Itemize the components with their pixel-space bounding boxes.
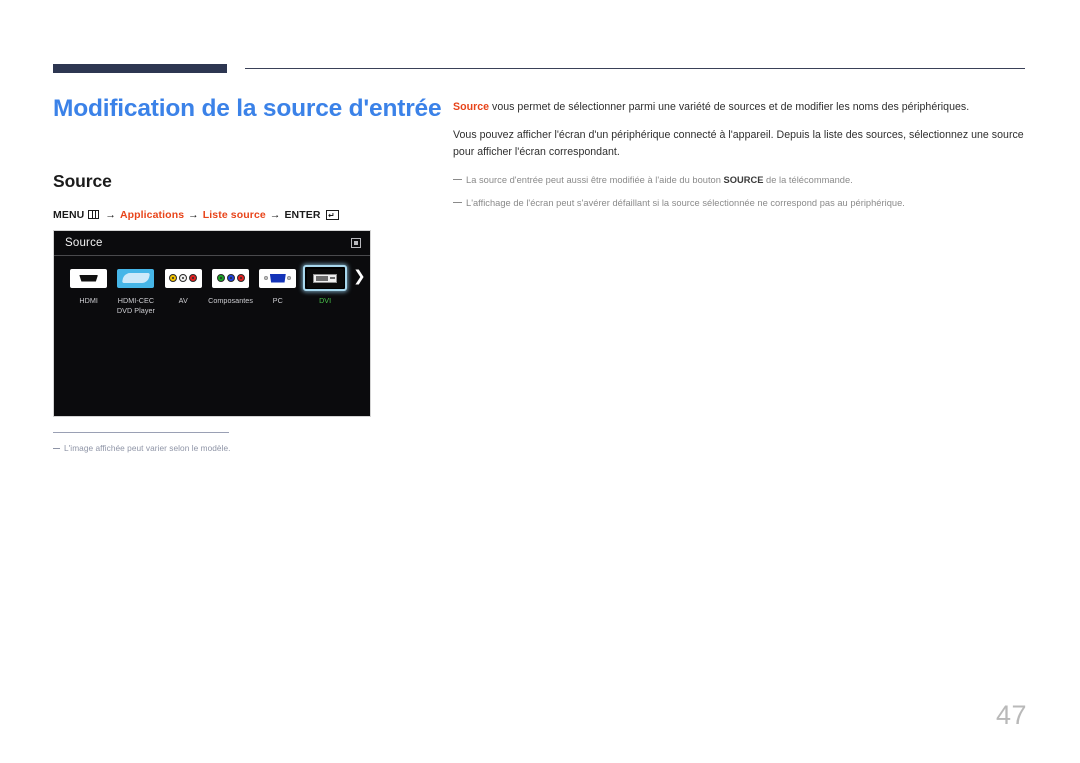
source-tile-dvi <box>303 265 348 291</box>
dvi-connector-icon <box>306 268 344 288</box>
tv-source-screen-mock: Source HDMI HDMI-CEC DVD Player AV Compo… <box>53 230 371 417</box>
source-item-hdmi[interactable]: HDMI <box>65 265 112 306</box>
vga-connector-icon <box>259 268 297 288</box>
av-rca-icon <box>164 268 202 288</box>
dash-icon <box>53 448 60 449</box>
source-tile-pc <box>256 265 300 291</box>
hdmi-cec-icon <box>117 268 155 288</box>
note-2: L'affichage de l'écran peut s'avérer déf… <box>453 195 1026 211</box>
source-list-next-button[interactable]: ❯ <box>349 265 370 284</box>
return-box-icon <box>351 238 361 248</box>
menu-path-enter-label: ENTER <box>284 208 321 221</box>
header-accent-bar <box>53 64 227 73</box>
tv-titlebar: Source <box>54 231 370 256</box>
note-1: La source d'entrée peut aussi être modif… <box>453 172 1026 188</box>
source-list: HDMI HDMI-CEC DVD Player AV Composantes … <box>54 256 370 315</box>
paragraph-1-rest: vous permet de sélectionner parmi une va… <box>489 101 970 113</box>
menu-path-arrow-3: → <box>269 208 281 221</box>
page-title: Modification de la source d'entrée <box>53 95 442 122</box>
menu-path: MENU → Applications → Liste source → ENT… <box>53 209 423 221</box>
menu-path-arrow-2: → <box>188 208 199 221</box>
paragraph-2: Vous pouvez afficher l'écran d'un périph… <box>453 128 1024 159</box>
header-rule-line <box>245 68 1025 69</box>
source-label-hdmi-cec: HDMI-CEC DVD Player <box>116 296 155 315</box>
component-rca-icon <box>212 268 250 288</box>
dash-icon <box>453 201 462 203</box>
document-page: Modification de la source d'entrée Sourc… <box>0 0 1080 763</box>
menu-path-step-liste-source: Liste source <box>202 208 266 221</box>
note-1-part-c: de la télécommande. <box>763 174 853 185</box>
source-label-av: AV <box>178 296 188 305</box>
left-footnote: L'image affichée peut varier selon le mo… <box>53 432 383 453</box>
left-column: Modification de la source d'entrée Sourc… <box>53 95 442 221</box>
note-1-source-button: SOURCE <box>723 174 764 185</box>
enter-return-icon: ↵ <box>325 210 339 220</box>
source-item-hdmi-cec[interactable]: HDMI-CEC DVD Player <box>112 265 159 315</box>
source-tile-hdmi <box>67 265 111 291</box>
source-item-composantes[interactable]: Composantes <box>207 265 254 306</box>
note-1-text: La source d'entrée peut aussi être modif… <box>466 172 853 188</box>
menu-path-step-applications: Applications <box>119 208 185 221</box>
grid-icon <box>88 210 100 220</box>
source-tile-hdmi-cec <box>114 265 158 291</box>
note-1-part-a: La source d'entrée peut aussi être modif… <box>466 174 724 185</box>
section-title: Source <box>53 170 112 191</box>
chevron-right-icon: ❯ <box>353 267 366 285</box>
note-2-text: L'affichage de l'écran peut s'avérer déf… <box>466 197 905 208</box>
source-item-av[interactable]: AV <box>160 265 207 306</box>
source-tile-av <box>161 265 205 291</box>
hdmi-connector-icon <box>70 268 108 288</box>
right-column: Source vous permet de sélectionner parmi… <box>453 99 1026 218</box>
source-label-dvi: DVI <box>319 296 332 305</box>
menu-path-menu-label: MENU <box>53 208 85 221</box>
menu-path-arrow-1: → <box>105 208 116 221</box>
source-tile-composantes <box>209 265 253 291</box>
source-label-composantes: Composantes <box>208 296 253 305</box>
footnote-rule <box>53 432 229 433</box>
source-label-pc: PC <box>272 296 283 305</box>
source-item-dvi[interactable]: DVI <box>301 265 348 306</box>
paragraph-1-accent: Source <box>453 101 490 113</box>
page-number: 47 <box>995 700 1027 730</box>
footnote-text: L'image affichée peut varier selon le mo… <box>64 443 231 453</box>
dash-icon <box>453 178 462 180</box>
paragraph-1: Source vous permet de sélectionner parmi… <box>453 99 1026 117</box>
source-item-pc[interactable]: PC <box>254 265 301 306</box>
tv-screen-title: Source <box>65 237 103 249</box>
footnote-line: L'image affichée peut varier selon le mo… <box>53 443 383 453</box>
source-label-hdmi: HDMI <box>79 296 98 305</box>
